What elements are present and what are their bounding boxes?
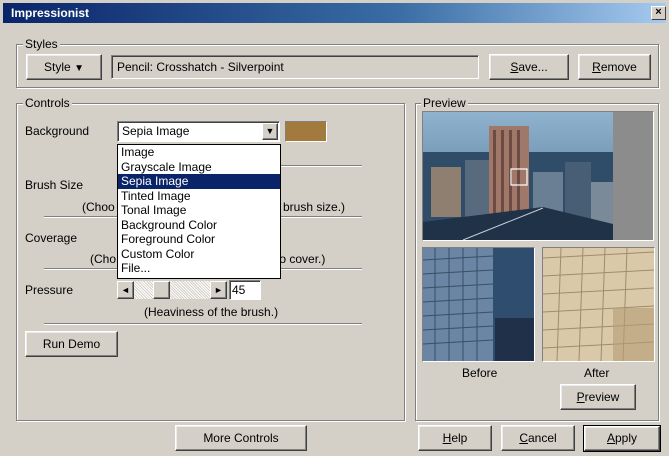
styles-legend: Styles xyxy=(23,37,60,51)
pressure-value-field[interactable]: 45 xyxy=(229,280,261,300)
dropdown-option[interactable]: Background Color xyxy=(118,218,280,233)
pressure-hint: (Heaviness of the brush.) xyxy=(144,305,279,319)
before-label: Before xyxy=(462,366,498,380)
after-label: After xyxy=(584,366,610,380)
brush-size-hint-left: (Choo xyxy=(82,200,115,214)
coverage-hint-right: to cover.) xyxy=(276,252,326,266)
background-value: Sepia Image xyxy=(122,124,190,138)
pressure-left-button[interactable]: ◄ xyxy=(117,281,134,299)
window-title: Impressionist xyxy=(11,6,90,20)
chevron-down-icon: ▼ xyxy=(265,126,275,136)
remove-label: emove xyxy=(600,60,637,74)
pressure-label: Pressure xyxy=(25,283,74,297)
remove-button[interactable]: Remove xyxy=(578,54,651,80)
remove-mnemonic: R xyxy=(592,60,601,74)
dropdown-option[interactable]: Grayscale Image xyxy=(118,160,280,175)
more-controls-button[interactable]: More Controls xyxy=(175,425,307,451)
background-select-arrow[interactable]: ▼ xyxy=(262,123,278,140)
preview-button-label: review xyxy=(584,390,620,404)
controls-legend: Controls xyxy=(23,96,72,110)
dropdown-option[interactable]: Tonal Image xyxy=(118,203,280,218)
dropdown-option[interactable]: Foreground Color xyxy=(118,232,280,247)
cancel-label: ancel xyxy=(527,431,557,445)
style-button-label: Style xyxy=(44,60,71,74)
dropdown-option[interactable]: File... xyxy=(118,261,280,276)
close-icon: × xyxy=(655,6,662,18)
save-label: ave... xyxy=(518,60,548,74)
preview-mnemonic: P xyxy=(576,390,585,404)
preview-legend: Preview xyxy=(421,96,468,110)
apply-button[interactable]: Apply xyxy=(583,425,661,452)
background-dropdown-list[interactable]: Image Grayscale Image Sepia Image Tinted Im… xyxy=(117,144,281,279)
coverage-label: Coverage xyxy=(25,231,78,245)
style-button[interactable]: Style ▼ xyxy=(26,54,102,80)
pressure-thumb[interactable] xyxy=(153,281,170,299)
run-demo-button[interactable]: Run Demo xyxy=(25,331,118,357)
apply-mnemonic: A xyxy=(606,431,615,445)
save-button[interactable]: Save... xyxy=(489,54,569,80)
title-bar[interactable]: Impressionist xyxy=(3,3,666,23)
dropdown-option[interactable]: Tinted Image xyxy=(118,189,280,204)
dropdown-option[interactable]: Sepia Image xyxy=(118,174,280,189)
preview-button[interactable]: Preview xyxy=(560,384,636,410)
arrow-right-icon: ► xyxy=(214,285,223,295)
after-photo xyxy=(543,248,654,361)
pressure-right-button[interactable]: ► xyxy=(210,281,227,299)
background-select[interactable]: Sepia Image xyxy=(117,121,280,142)
cancel-mnemonic: C xyxy=(519,431,528,445)
help-button[interactable]: Help xyxy=(418,425,492,451)
help-label: elp xyxy=(451,431,468,445)
city-photo xyxy=(423,112,653,240)
apply-label: pply xyxy=(615,431,638,445)
dropdown-arrow-icon: ▼ xyxy=(74,63,84,74)
brush-size-label: Brush Size xyxy=(25,178,84,192)
more-controls-label: More Controls xyxy=(203,431,279,445)
pressure-scrollbar[interactable]: ◄ ► xyxy=(117,281,227,299)
after-image xyxy=(542,247,655,362)
background-label: Background xyxy=(25,124,90,138)
brush-size-hint-right: brush size.) xyxy=(283,200,346,214)
close-button[interactable]: × xyxy=(651,6,666,20)
before-photo xyxy=(423,248,534,361)
arrow-left-icon: ◄ xyxy=(121,285,130,295)
impressionist-dialog: Impressionist × Styles Style ▼ Pencil: C… xyxy=(0,0,669,456)
coverage-hint-left: (Cho xyxy=(90,252,117,266)
background-color-swatch[interactable] xyxy=(285,121,327,142)
before-image xyxy=(422,247,535,362)
dropdown-option[interactable]: Image xyxy=(118,145,280,160)
run-demo-label: Run Demo xyxy=(42,337,101,351)
divider xyxy=(44,323,362,325)
preview-image[interactable] xyxy=(422,111,654,241)
pressure-value: 45 xyxy=(232,283,246,297)
cancel-button[interactable]: Cancel xyxy=(501,425,575,451)
current-style-text: Pencil: Crosshatch - Silverpoint xyxy=(117,60,284,74)
current-style-field: Pencil: Crosshatch - Silverpoint xyxy=(111,55,479,79)
dropdown-option[interactable]: Custom Color xyxy=(118,247,280,262)
